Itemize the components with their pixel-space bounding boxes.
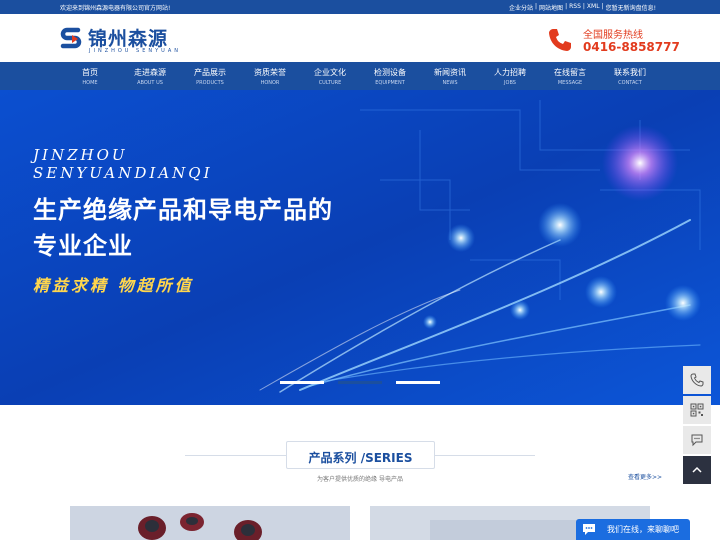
- service-hotline: 全国服务热线 0416-8858777: [546, 24, 680, 60]
- separator: |: [535, 3, 538, 10]
- link-xml[interactable]: XML: [587, 3, 600, 12]
- nav-label: 检测设备: [374, 68, 406, 77]
- main-nav: 首页 HOME 走进森源 ABOUT US 产品展示 PRODUCTS 资质荣誉…: [0, 62, 720, 90]
- nav-sublabel: JOBS: [504, 80, 516, 86]
- link-sitemap[interactable]: 网站地图: [539, 3, 563, 12]
- nav-label: 在线留言: [554, 68, 586, 77]
- banner-headline: 生产绝缘产品和导电产品的: [33, 196, 333, 224]
- banner-english-line: SENYUANDIANQI: [33, 164, 213, 182]
- product-image: [70, 506, 350, 540]
- phone-icon: [690, 373, 704, 387]
- slider-dots: [280, 381, 440, 385]
- product-card[interactable]: [70, 506, 350, 540]
- chat-label: 我们在线，来聊聊吧: [607, 525, 679, 534]
- chat-bubble-icon: [691, 434, 703, 447]
- top-bar: 欢迎来到锦州森源电器有限公司官方网站! 企业分站 | 网站地图 | RSS | …: [0, 0, 720, 14]
- nav-sublabel: HONOR: [260, 80, 280, 86]
- separator: |: [565, 3, 568, 10]
- nav-item-message[interactable]: 在线留言 MESSAGE: [540, 62, 600, 90]
- welcome-text: 欢迎来到锦州森源电器有限公司官方网站!: [60, 5, 171, 12]
- nav-sublabel: NEWS: [442, 80, 458, 86]
- nav-item-culture[interactable]: 企业文化 CULTURE: [300, 62, 360, 90]
- nav-sublabel: CONTACT: [618, 80, 642, 86]
- nav-item-honor[interactable]: 资质荣誉 HONOR: [240, 62, 300, 90]
- sidebar-chat-button[interactable]: [683, 426, 711, 454]
- hotline-title: 全国服务热线: [583, 30, 643, 41]
- nav-sublabel: EQUIPMENT: [375, 80, 405, 86]
- slider-dot[interactable]: [396, 381, 440, 384]
- nav-item-home[interactable]: 首页 HOME: [60, 62, 120, 90]
- nav-label: 联系我们: [614, 68, 646, 77]
- back-to-top-button[interactable]: [683, 456, 711, 484]
- phone-icon: [549, 29, 571, 51]
- nav-item-about[interactable]: 走进森源 ABOUT US: [120, 62, 180, 90]
- banner-english-line: JINZHOU: [33, 146, 128, 164]
- nav-sublabel: MESSAGE: [557, 80, 583, 86]
- nav-item-equipment[interactable]: 检测设备 EQUIPMENT: [360, 62, 420, 90]
- hero-banner[interactable]: JINZHOU SENYUANDIANQI 生产绝缘产品和导电产品的 专业企业 …: [0, 90, 720, 405]
- nav-item-contact[interactable]: 联系我们 CONTACT: [600, 62, 660, 90]
- nav-sublabel: HOME: [82, 80, 98, 86]
- separator: |: [601, 3, 604, 10]
- nav-sublabel: CULTURE: [318, 80, 342, 86]
- sidebar-phone-button[interactable]: [683, 366, 711, 394]
- nav-label: 企业文化: [314, 68, 346, 77]
- section-subtitle: 为客户提供优质的绝缘 导电产品: [317, 476, 403, 483]
- link-subsites[interactable]: 企业分站: [509, 3, 533, 12]
- link-rss[interactable]: RSS: [569, 3, 581, 12]
- nav-item-products[interactable]: 产品展示 PRODUCTS: [180, 62, 240, 90]
- back-to-top-icon: [692, 466, 702, 473]
- section-title-box: 产品系列 /SERIES: [286, 441, 435, 469]
- separator: |: [582, 3, 585, 10]
- nav-label: 人力招聘: [494, 68, 526, 77]
- nav-label: 走进森源: [134, 68, 166, 77]
- banner-headline: 专业企业: [33, 232, 133, 260]
- nav-sublabel: PRODUCTS: [196, 80, 224, 86]
- sidebar-qrcode-button[interactable]: [683, 396, 711, 424]
- nav-item-news[interactable]: 新闻资讯 NEWS: [420, 62, 480, 90]
- top-links: 企业分站 | 网站地图 | RSS | XML | 您暂无新询盘信息!: [509, 3, 656, 12]
- nav-sublabel: ABOUT US: [137, 80, 163, 86]
- site-logo[interactable]: 锦州森源 JINZHOU SENYUAN: [60, 24, 190, 60]
- logo-subtext: JINZHOU SENYUAN: [89, 48, 182, 54]
- slider-dot[interactable]: [280, 381, 324, 384]
- nav-label: 资质荣誉: [254, 68, 286, 77]
- logo-mark-icon: [60, 27, 82, 49]
- live-chat-widget[interactable]: 我们在线，来聊聊吧: [576, 519, 690, 540]
- banner-slogan: 精益求精 物超所值: [33, 276, 194, 295]
- slider-dot-active[interactable]: [338, 381, 382, 384]
- view-more-link[interactable]: 查看更多>>: [628, 472, 662, 481]
- nav-label: 首页: [82, 68, 98, 77]
- logo-text: 锦州森源: [88, 28, 169, 50]
- chat-icon: [583, 524, 595, 535]
- section-title: 产品系列 /SERIES: [308, 451, 413, 465]
- nav-label: 新闻资讯: [434, 68, 466, 77]
- link-inquiries[interactable]: 您暂无新询盘信息!: [606, 3, 656, 12]
- qrcode-icon: [690, 403, 704, 417]
- nav-item-jobs[interactable]: 人力招聘 JOBS: [480, 62, 540, 90]
- hotline-number: 0416-8858777: [583, 40, 680, 54]
- nav-label: 产品展示: [194, 68, 226, 77]
- site-header: 锦州森源 JINZHOU SENYUAN 全国服务热线 0416-8858777: [0, 14, 720, 62]
